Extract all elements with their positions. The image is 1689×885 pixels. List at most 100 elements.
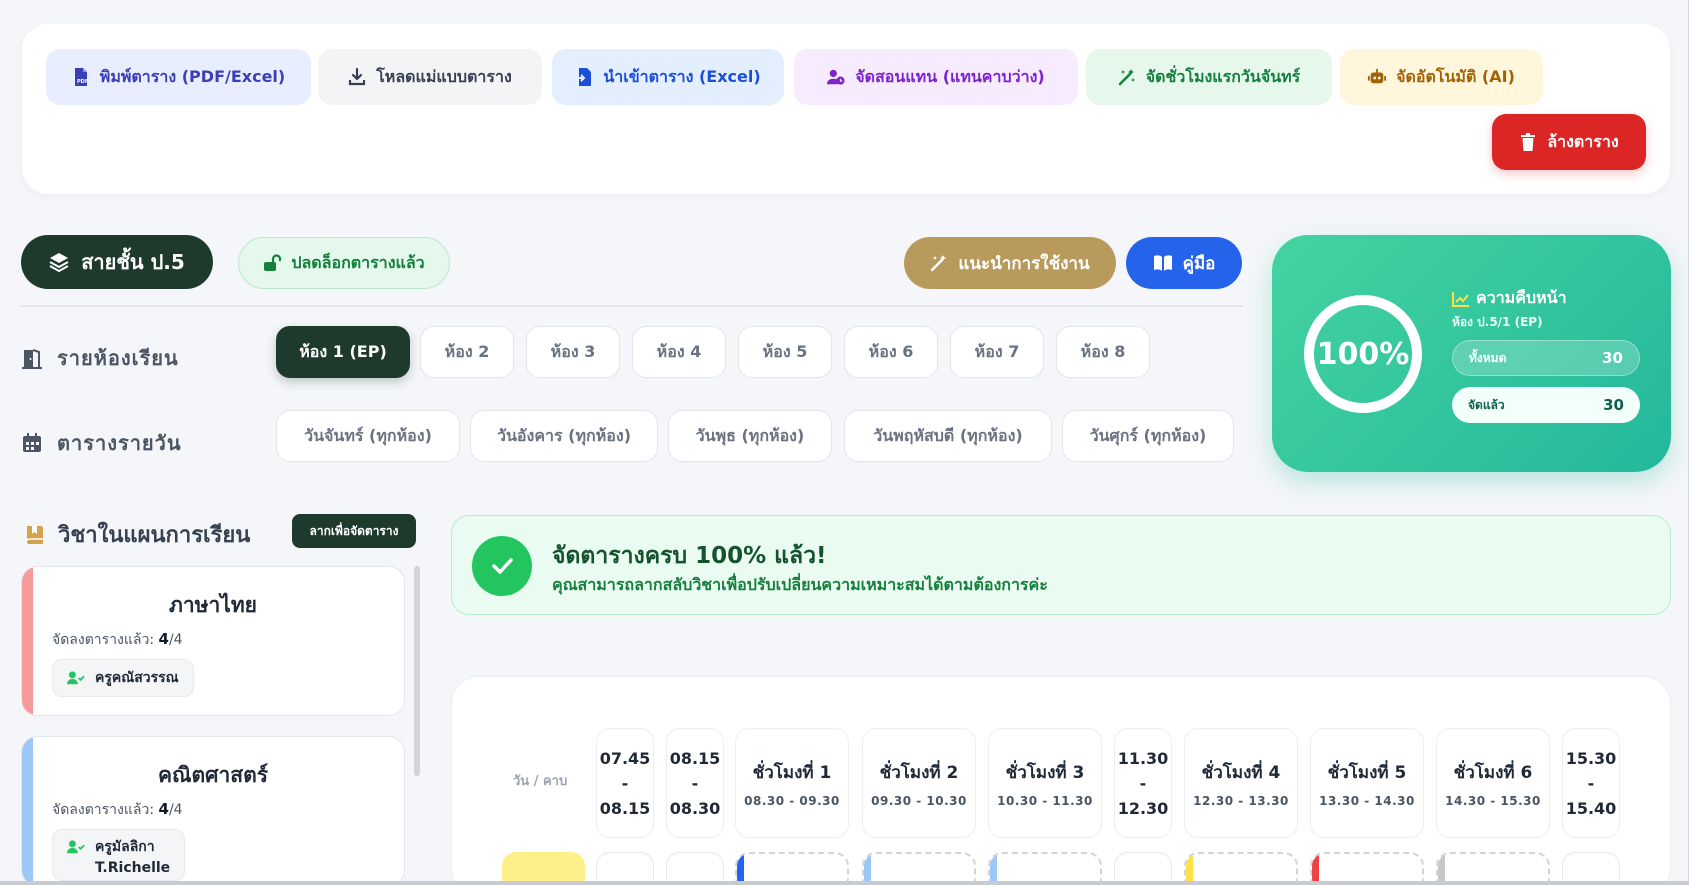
break-time-text: 08.15 [669,748,721,768]
user-check-icon [67,671,85,685]
download-icon [349,68,366,86]
layers-icon [49,253,69,272]
room-button-3[interactable]: ห้อง 3 [526,326,620,378]
clear-schedule-label: ล้างตาราง [1547,131,1619,151]
room-button-2[interactable]: ห้อง 2 [420,326,514,378]
door-icon [22,349,42,369]
room-button-8[interactable]: ห้อง 8 [1056,326,1150,378]
period-header-4: ชั่วโมงที่ 2 09.30 - 10.30 [862,728,976,838]
stat-done: จัดแล้ว 30 [1452,387,1640,423]
user-clock-icon [827,69,845,85]
period-header-3: ชั่วโมงที่ 1 08.30 - 09.30 [735,728,849,838]
teacher-name: ครูคณัสวรรณ [95,670,179,686]
period-time: 12.30 - 13.30 [1193,793,1289,808]
unlock-status-toggle[interactable]: ปลดล็อกตารางแล้ว [238,237,450,289]
break-header-1: 07.45 - 08.15 [596,728,654,838]
stat-done-label: จัดแล้ว [1468,397,1505,412]
substitute-teacher-button[interactable]: จัดสอนแทน (แทนคาบว่าง) [794,49,1078,105]
drag-hint-badge: ลากเพื่อจัดตาราง [292,514,416,548]
progress-title-text: ความคืบหน้า [1476,288,1567,307]
subjects-title: วิชาในแผนการเรียน [24,517,250,552]
progress-ring: 100% [1304,295,1422,413]
break-time-text: 11.30 [1117,748,1169,768]
daily-label-text: ตารางรายวัน [57,431,182,455]
daily-view-button-1[interactable]: วันจันทร์ (ทุกห้อง) [276,410,460,462]
break-time-text: - [621,773,629,793]
import-excel-label: นำเข้าตาราง (Excel) [603,66,761,86]
subject-count-done: 4 [158,630,169,648]
calendar-icon [23,433,41,452]
day-period-header: วัน / คาบ [513,774,568,789]
print-button[interactable]: PDF พิมพ์ตาราง (PDF/Excel) [46,49,311,105]
room-button-5[interactable]: ห้อง 5 [738,326,832,378]
progress-title: ความคืบหน้า [1452,286,1567,311]
subject-count: จัดลงตารางแล้ว: 4/4 [52,629,183,651]
chart-line-icon [1452,291,1469,307]
period-time: 09.30 - 10.30 [871,793,967,808]
period-header-7: ชั่วโมงที่ 4 12.30 - 13.30 [1184,728,1298,838]
period-header-9: ชั่วโมงที่ 6 14.30 - 15.30 [1436,728,1550,838]
rooms-label-text: รายห้องเรียน [57,346,179,370]
break-time-text: 15.40 [1565,798,1617,818]
teacher-line: ครูมัลลิกา [67,836,155,858]
stat-done-value: 30 [1603,396,1624,414]
daily-view-button-4[interactable]: วันพฤหัสบดี (ทุกห้อง) [844,410,1052,462]
room-button-1[interactable]: ห้อง 1 (EP) [276,326,410,378]
period-header-5: ชั่วโมงที่ 3 10.30 - 11.30 [988,728,1102,838]
auto-schedule-button[interactable]: จัดอัตโนมัติ (AI) [1340,49,1543,105]
daily-view-button-2[interactable]: วันอังคาร (ทุกห้อง) [470,410,658,462]
monday-first-period-label: จัดชั่วโมงแรกวันจันทร์ [1145,66,1301,86]
daily-row-label: ตารางรายวัน [21,427,182,459]
user-check-icon [67,840,85,854]
subject-name: คณิตศาสตร์ [157,763,269,787]
period-name: ชั่วโมงที่ 3 [1005,762,1085,783]
break-time-text: - [691,773,699,793]
subject-card-math[interactable]: คณิตศาสตร์ จัดลงตารางแล้ว: 4/4 ครูมัลลิก… [21,736,405,885]
monday-first-period-button[interactable]: จัดชั่วโมงแรกวันจันทร์ [1086,49,1332,105]
subjects-title-text: วิชาในแผนการเรียน [58,523,251,548]
substitute-teacher-label: จัดสอนแทน (แทนคาบว่าง) [855,66,1045,86]
success-banner: จัดตารางครบ 100% แล้ว! คุณสามารถลากสลับว… [451,515,1671,615]
room-button-4[interactable]: ห้อง 4 [632,326,726,378]
subjects-scrollbar[interactable] [414,566,420,776]
period-time: 10.30 - 11.30 [997,793,1093,808]
grade-level-label: สายชั้น ป.5 [81,250,185,274]
period-time: 13.30 - 14.30 [1319,793,1415,808]
check-circle-icon [472,536,532,596]
period-name: ชั่วโมงที่ 6 [1453,762,1533,783]
subject-count-total: /4 [168,802,183,818]
teacher-chip: ครูคณัสวรรณ [52,659,194,697]
daily-view-button-5[interactable]: วันศุกร์ (ทุกห้อง) [1062,410,1234,462]
stat-total-label: ทั้งหมด [1469,350,1507,365]
subject-card-thai[interactable]: ภาษาไทย จัดลงตารางแล้ว: 4/4 ครูคณัสวรรณ [21,566,405,716]
usage-guide-button[interactable]: แนะนำการใช้งาน [904,237,1116,289]
magic-wand-icon [931,255,947,272]
clear-schedule-button[interactable]: ล้างตาราง [1492,114,1646,170]
room-button-6[interactable]: ห้อง 6 [844,326,938,378]
teacher-name-secondary: T.Richelle [95,860,171,876]
daily-view-button-3[interactable]: วันพุธ (ทุกห้อง) [668,410,832,462]
period-name: ชั่วโมงที่ 4 [1201,762,1281,783]
grade-level-selector[interactable]: สายชั้น ป.5 [21,235,213,289]
download-template-button[interactable]: โหลดแม่แบบตาราง [318,49,542,105]
break-time-text: 12.30 [1117,798,1169,818]
subject-count: จัดลงตารางแล้ว: 4/4 [52,799,183,821]
import-excel-button[interactable]: นำเข้าตาราง (Excel) [552,49,784,105]
subject-count-total: /4 [168,632,183,648]
divider [21,305,1243,307]
break-header-10: 15.30 - 15.40 [1562,728,1620,838]
room-button-7[interactable]: ห้อง 7 [950,326,1044,378]
file-import-icon [576,68,592,86]
stat-total-value: 30 [1602,349,1623,367]
unlock-status-label: ปลดล็อกตารางแล้ว [291,252,425,272]
window-bottom-edge [0,881,1689,885]
break-header-6: 11.30 - 12.30 [1114,728,1172,838]
break-time-text: 08.15 [599,798,651,818]
break-time-text: - [1139,773,1147,793]
manual-button[interactable]: คู่มือ [1126,237,1242,289]
progress-percent: 100% [1316,336,1410,372]
stat-total: ทั้งหมด 30 [1452,340,1640,376]
break-time-text: 08.30 [669,798,721,818]
unlock-icon [264,254,282,271]
manual-label: คู่มือ [1182,253,1216,274]
